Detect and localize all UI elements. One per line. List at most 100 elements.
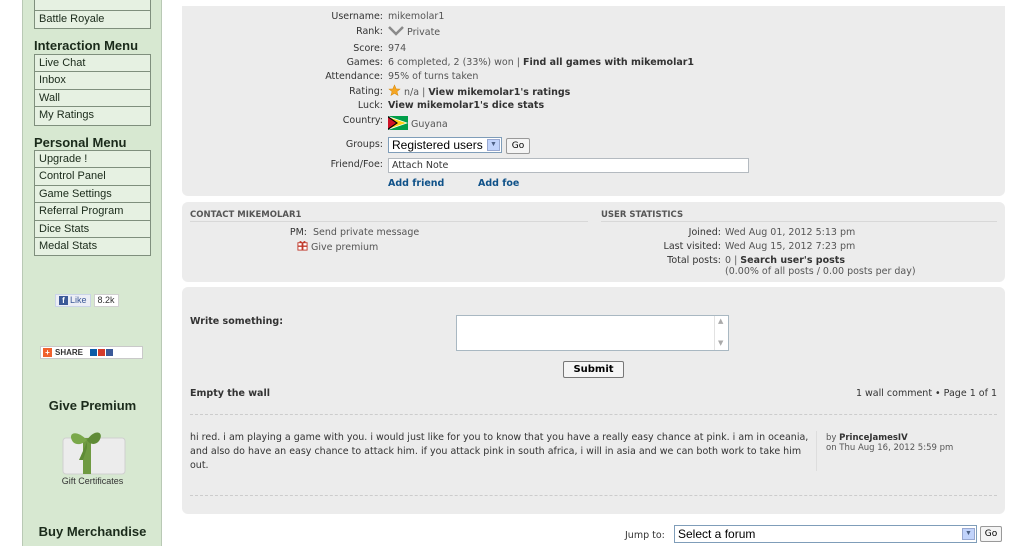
- contact-section-title: CONTACT MIKEMOLAR1: [190, 210, 302, 220]
- total-posts-detail: (0.00% of all posts / 0.00 posts per day…: [725, 266, 916, 277]
- share-button[interactable]: + SHARE: [40, 346, 143, 359]
- wall-divider-bottom: [190, 495, 997, 496]
- view-dice-stats-link[interactable]: View mikemolar1's dice stats: [388, 100, 544, 111]
- joined-label: Joined:: [688, 227, 721, 238]
- scroll-down-icon[interactable]: ▼: [718, 339, 723, 347]
- attendance-label: Attendance:: [325, 71, 383, 82]
- add-foe-link[interactable]: Add foe: [478, 178, 519, 189]
- gift-certificate-icon[interactable]: [59, 430, 129, 477]
- menu-item-inbox[interactable]: Inbox: [35, 72, 150, 90]
- total-posts-label: Total posts:: [667, 255, 721, 266]
- username-value: mikemolar1: [388, 11, 445, 22]
- textarea-scrollbar[interactable]: ▲ ▼: [714, 316, 728, 350]
- jump-go-button[interactable]: Go: [980, 526, 1002, 542]
- comment-separator: [816, 431, 817, 471]
- last-visited-label: Last visited:: [663, 241, 721, 252]
- add-friend-link[interactable]: Add friend: [388, 178, 444, 189]
- menu-item-control-panel[interactable]: Control Panel: [35, 168, 150, 186]
- rating-value-wrap: n/a | View mikemolar1's ratings: [388, 84, 570, 98]
- menu-item-dice-stats[interactable]: Dice Stats: [35, 221, 150, 238]
- score-label: Score:: [353, 43, 383, 54]
- empty-wall-link[interactable]: Empty the wall: [190, 388, 270, 399]
- jump-to-select[interactable]: Select a forum ▼: [674, 525, 977, 543]
- contact-stats-panel: CONTACT MIKEMOLAR1 USER STATISTICS PM: S…: [182, 202, 1005, 282]
- user-stats-divider: [601, 221, 997, 222]
- star-icon: [388, 84, 401, 96]
- rank-value: Private: [407, 27, 441, 38]
- attach-note-input[interactable]: Attach Note: [388, 158, 749, 173]
- view-ratings-link[interactable]: View mikemolar1's ratings: [428, 87, 570, 98]
- gift-icon: [297, 241, 308, 251]
- menu-item-referral-program[interactable]: Referral Program: [35, 203, 150, 221]
- groups-selected: Registered users: [392, 138, 483, 152]
- personal-menu: Upgrade ! Control Panel Game Settings Re…: [34, 150, 151, 257]
- luck-value-wrap: View mikemolar1's dice stats: [388, 100, 544, 111]
- groups-label: Groups:: [345, 139, 383, 150]
- facebook-like-count: 8.2k: [93, 293, 119, 307]
- comment-date: on Thu Aug 16, 2012 5:59 pm: [826, 443, 954, 453]
- joined-value: Wed Aug 01, 2012 5:13 pm: [725, 227, 856, 238]
- menu-item-hidden[interactable]: [35, 0, 150, 11]
- wall-textarea[interactable]: ▲ ▼: [456, 315, 729, 351]
- submit-button[interactable]: Submit: [563, 361, 624, 378]
- contact-divider: [190, 221, 588, 222]
- menu-item-my-ratings[interactable]: My Ratings: [35, 107, 150, 124]
- menu-item-battle-royale[interactable]: Battle Royale: [35, 11, 150, 28]
- rank-value-wrap: Private: [388, 26, 440, 38]
- top-menu-box: Battle Royale: [34, 0, 151, 30]
- profile-panel: Username: mikemolar1 Rank: Private Score…: [182, 6, 1005, 196]
- search-user-posts-link[interactable]: Search user's posts: [740, 255, 845, 266]
- jump-to-selected: Select a forum: [678, 527, 756, 541]
- total-posts-value: 0 |: [725, 255, 738, 266]
- sidebar: Battle Royale Interaction Menu Live Chat…: [23, 0, 162, 546]
- score-value: 974: [388, 43, 407, 54]
- digg-icon: [98, 349, 106, 356]
- country-value: Guyana: [411, 119, 448, 130]
- groups-select[interactable]: Registered users ▼: [388, 137, 502, 153]
- menu-item-live-chat[interactable]: Live Chat: [35, 55, 150, 73]
- menu-item-wall[interactable]: Wall: [35, 90, 150, 108]
- facebook-like-label: Like: [70, 295, 87, 305]
- pm-label: PM:: [289, 227, 307, 238]
- share-service-icons: [90, 349, 114, 356]
- facebook-icon: f: [59, 295, 68, 305]
- facebook-like-button[interactable]: f Like: [55, 293, 91, 307]
- menu-item-game-settings[interactable]: Game Settings: [35, 186, 150, 204]
- jump-to-label: Jump to:: [625, 530, 665, 541]
- scroll-up-icon[interactable]: ▲: [718, 317, 723, 325]
- guyana-flag-icon: [388, 116, 408, 130]
- luck-label: Luck:: [357, 100, 383, 111]
- wall-comment-text: hi red. i am playing a game with you. i …: [190, 432, 809, 471]
- rank-label: Rank:: [356, 26, 383, 37]
- comment-author-link[interactable]: PrinceJamesIV: [839, 433, 908, 443]
- menu-item-medal-stats[interactable]: Medal Stats: [35, 238, 150, 255]
- chevron-down-icon: ▼: [962, 528, 975, 540]
- gift-certificates-label[interactable]: Gift Certificates: [23, 476, 162, 486]
- last-visited-value: Wed Aug 15, 2012 7:23 pm: [725, 241, 856, 252]
- games-value: 6 completed, 2 (33%) won |: [388, 57, 520, 68]
- groups-go-button[interactable]: Go: [506, 138, 530, 154]
- friend-foe-label: Friend/Foe:: [330, 159, 383, 170]
- games-value-wrap: 6 completed, 2 (33%) won | Find all game…: [388, 57, 694, 68]
- give-premium-link[interactable]: Give premium: [311, 242, 378, 253]
- wall-panel: Write something: ▲ ▼ Submit Empty the wa…: [182, 287, 1005, 514]
- country-value-wrap: Guyana: [388, 116, 448, 130]
- rating-label: Rating:: [349, 86, 383, 97]
- chevron-down-icon: ▼: [487, 139, 500, 151]
- username-label: Username:: [331, 11, 383, 22]
- write-something-label: Write something:: [190, 316, 283, 327]
- menu-item-upgrade[interactable]: Upgrade !: [35, 151, 150, 169]
- personal-menu-title: Personal Menu: [34, 135, 127, 150]
- rating-value: n/a |: [404, 87, 426, 98]
- send-private-message-link[interactable]: Send private message: [313, 227, 419, 238]
- interaction-menu: Live Chat Inbox Wall My Ratings: [34, 54, 151, 126]
- give-premium-wrap[interactable]: Give premium: [297, 240, 378, 253]
- wall-divider-top: [190, 414, 997, 415]
- main-content: Username: mikemolar1 Rank: Private Score…: [163, 0, 1024, 546]
- share-label: SHARE: [55, 348, 84, 357]
- games-label: Games:: [346, 57, 383, 68]
- delicious-icon: [90, 349, 98, 356]
- find-all-games-link[interactable]: Find all games with mikemolar1: [523, 57, 694, 68]
- user-stats-section-title: USER STATISTICS: [601, 210, 684, 220]
- buy-merchandise-title: Buy Merchandise: [38, 524, 147, 539]
